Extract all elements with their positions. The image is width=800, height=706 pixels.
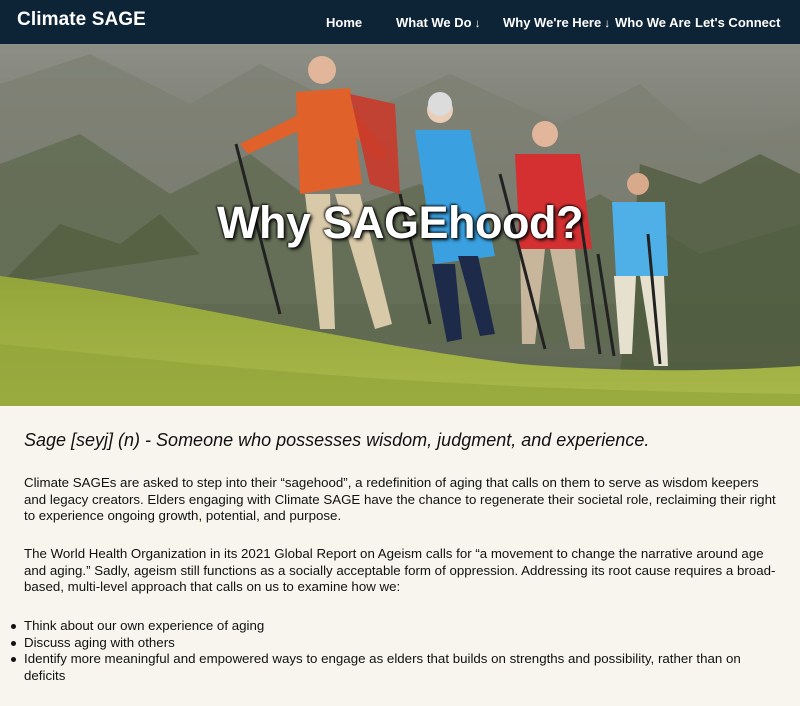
nav-item-label: Home xyxy=(326,15,363,30)
brand-logo-text[interactable]: Climate SAGE xyxy=(17,9,146,31)
nav-item-what-we-do[interactable]: What We Do ↓ xyxy=(396,15,481,30)
nav-item-label: Who We Are xyxy=(615,15,691,30)
sage-definition: Sage [seyj] (n) - Someone who possesses … xyxy=(24,430,650,450)
arrow-down-icon: ↓ xyxy=(604,16,611,30)
hero-title: Why SAGEhood? xyxy=(217,197,583,248)
nav-item-why-were-here[interactable]: Why We're Here ↓ xyxy=(503,15,610,30)
who-report-paragraph: The World Health Organization in its 202… xyxy=(24,546,776,594)
top-navigation-bar: Climate SAGE Home What We Do ↓ Why We're … xyxy=(0,0,800,44)
nav-item-label: Why We're Here xyxy=(503,15,602,30)
arrow-down-icon: ↓ xyxy=(474,16,481,30)
intro-paragraph: Climate SAGEs are asked to step into the… xyxy=(24,475,776,523)
nav-item-label: What We Do xyxy=(396,15,472,30)
list-item: Identify more meaningful and empowered w… xyxy=(11,651,776,684)
main-content: Sage [seyj] (n) - Someone who possesses … xyxy=(0,406,800,706)
nav-item-who-we-are[interactable]: Who We Are xyxy=(615,15,691,30)
hero-banner: Why SAGEhood? xyxy=(0,44,800,406)
nav-item-lets-connect[interactable]: Let's Connect xyxy=(695,15,780,30)
examination-list: Think about our own experience of aging … xyxy=(11,618,776,684)
list-item: Discuss aging with others xyxy=(11,635,776,652)
nav-item-home[interactable]: Home xyxy=(326,15,362,30)
nav-item-label: Let's Connect xyxy=(695,15,781,30)
list-item: Think about our own experience of aging xyxy=(11,618,776,635)
